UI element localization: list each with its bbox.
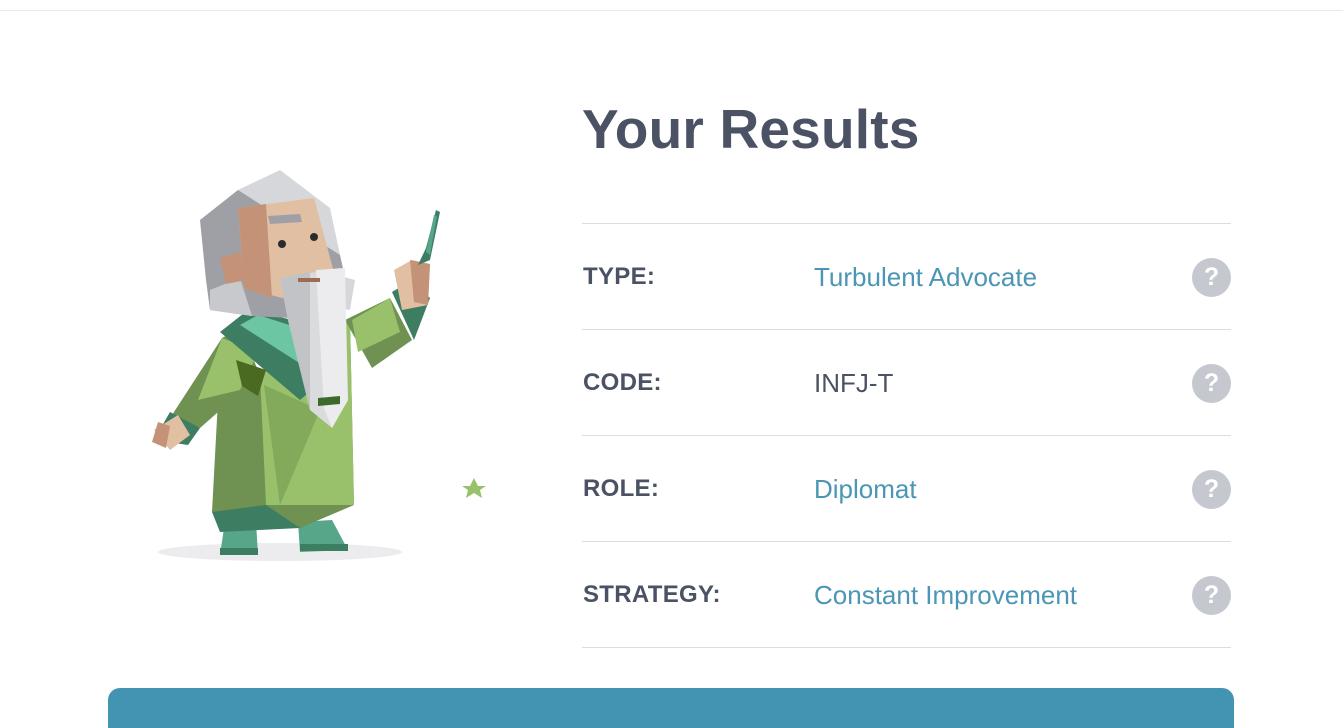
page-title: Your Results (582, 98, 920, 160)
result-row-role: ROLE: Diplomat ? (582, 436, 1231, 542)
result-label: TYPE: (583, 263, 656, 290)
header-divider (0, 10, 1343, 11)
wizard-icon (152, 170, 486, 561)
result-value-link[interactable]: Diplomat (814, 474, 917, 505)
result-label: ROLE: (583, 475, 660, 502)
result-label: STRATEGY: (583, 581, 721, 608)
help-icon[interactable]: ? (1192, 364, 1231, 403)
help-icon[interactable]: ? (1192, 576, 1231, 615)
result-value: INFJ-T (814, 368, 894, 398)
result-row-type: TYPE: Turbulent Advocate ? (582, 224, 1231, 330)
help-icon[interactable]: ? (1192, 470, 1231, 509)
result-value-link[interactable]: Constant Improvement (814, 580, 1077, 611)
result-row-strategy: STRATEGY: Constant Improvement ? (582, 542, 1231, 648)
results-table: TYPE: Turbulent Advocate ? CODE: INFJ-T … (582, 223, 1231, 648)
help-icon[interactable]: ? (1192, 258, 1231, 297)
bottom-banner (108, 688, 1234, 728)
result-row-code: CODE: INFJ-T ? (582, 330, 1231, 436)
result-label: CODE: (583, 369, 662, 396)
result-value-link[interactable]: Turbulent Advocate (814, 262, 1037, 293)
advocate-character-illustration (140, 160, 500, 580)
